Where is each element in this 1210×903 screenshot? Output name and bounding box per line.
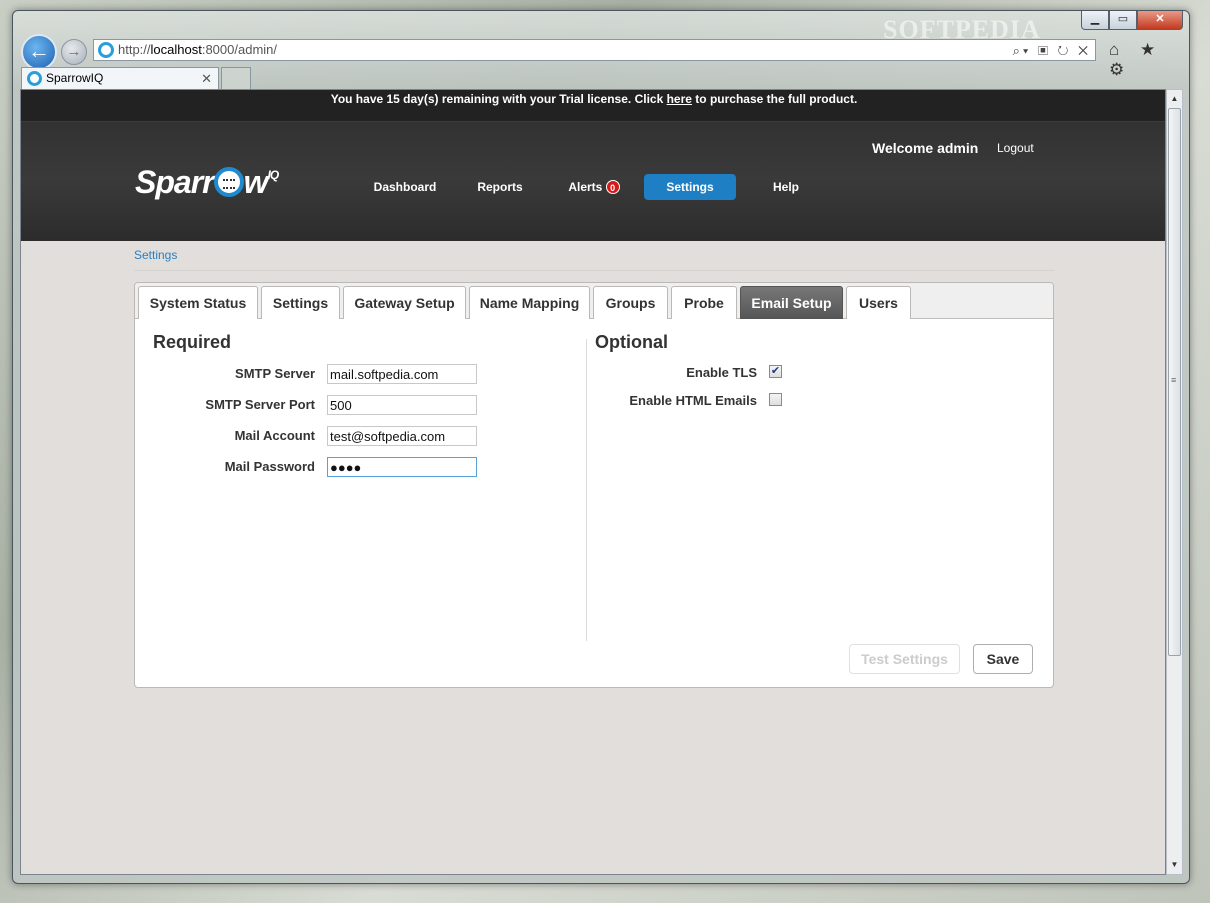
- maximize-button[interactable]: ▭: [1109, 11, 1137, 30]
- enable-html-emails-checkbox[interactable]: [769, 393, 782, 406]
- minimize-button[interactable]: ▁: [1081, 11, 1109, 30]
- url-prefix: http://: [118, 42, 151, 57]
- scroll-up-icon[interactable]: ▲: [1167, 91, 1182, 107]
- sparrowiq-logo[interactable]: Sparr wIQ: [135, 164, 279, 201]
- tab-settings[interactable]: Settings: [261, 286, 340, 319]
- back-arrow-icon: ←: [28, 38, 50, 63]
- smtp-port-label: SMTP Server Port: [205, 397, 315, 412]
- settings-panel: System Status Settings Gateway Setup Nam…: [134, 282, 1054, 688]
- browser-tab[interactable]: SparrowIQ ✕: [21, 67, 219, 89]
- mail-account-label: Mail Account: [234, 428, 315, 443]
- forward-button[interactable]: →: [61, 39, 87, 65]
- tab-probe[interactable]: Probe: [671, 286, 737, 319]
- url-rest: :8000/admin/: [201, 42, 278, 57]
- scroll-down-icon[interactable]: ▼: [1167, 857, 1182, 873]
- logo-sup: IQ: [267, 168, 279, 182]
- logout-link[interactable]: Logout: [997, 141, 1034, 155]
- nav-help[interactable]: Help: [761, 174, 811, 200]
- logo-ring-icon: [213, 167, 244, 197]
- home-favorites-tools-icons[interactable]: ⌂ ★ ⚙: [1109, 40, 1181, 80]
- window-controls: ▁ ▭ ✕: [1081, 11, 1183, 30]
- new-tab-button[interactable]: [221, 67, 251, 89]
- page-viewport: You have 15 day(s) remaining with your T…: [20, 89, 1166, 875]
- nav-alerts-label: Alerts: [568, 180, 603, 194]
- required-section-title: Required: [153, 332, 232, 352]
- smtp-server-input[interactable]: [327, 364, 477, 384]
- address-tools-icons[interactable]: ⌕▾ ▣ ↻ ✕: [1013, 41, 1091, 61]
- breadcrumb[interactable]: Settings: [134, 248, 177, 262]
- save-button[interactable]: Save: [973, 644, 1033, 674]
- section-divider: [586, 339, 587, 641]
- back-button[interactable]: ←: [21, 34, 57, 70]
- tab-groups[interactable]: Groups: [593, 286, 668, 319]
- breadcrumb-divider: [134, 270, 1054, 271]
- smtp-server-label: SMTP Server: [235, 366, 315, 381]
- nav-alerts[interactable]: Alerts 0: [561, 174, 627, 200]
- tab-gateway-setup[interactable]: Gateway Setup: [343, 286, 466, 319]
- browser-window: SOFTPEDIA ▁ ▭ ✕ ← → http://localhost:800…: [12, 10, 1190, 884]
- tab-close-icon[interactable]: ✕: [201, 68, 212, 89]
- enable-tls-label: Enable TLS: [686, 365, 757, 380]
- trial-banner: You have 15 day(s) remaining with your T…: [21, 90, 1165, 122]
- tab-email-setup[interactable]: Email Setup: [740, 286, 843, 319]
- nav-reports[interactable]: Reports: [465, 174, 535, 200]
- test-settings-button[interactable]: Test Settings: [849, 644, 960, 674]
- alerts-count-badge: 0: [605, 180, 620, 194]
- welcome-text: Welcome admin: [872, 140, 979, 156]
- optional-section-title: Optional: [595, 332, 668, 352]
- url-host: localhost: [150, 42, 202, 57]
- address-bar[interactable]: http://localhost:8000/admin/ ⌕▾ ▣ ↻ ✕: [93, 39, 1096, 61]
- mail-password-label: Mail Password: [224, 459, 315, 474]
- enable-html-emails-label: Enable HTML Emails: [629, 393, 757, 408]
- mail-account-input[interactable]: [327, 426, 477, 446]
- settings-tab-bar: System Status Settings Gateway Setup Nam…: [135, 283, 1053, 319]
- tab-name-mapping[interactable]: Name Mapping: [469, 286, 590, 319]
- tab-system-status[interactable]: System Status: [138, 286, 258, 319]
- trial-text-after: to purchase the full product.: [691, 92, 858, 106]
- logo-text-pre: Sparr: [135, 164, 215, 200]
- vertical-scrollbar[interactable]: ▲ ≡ ▼: [1166, 89, 1183, 875]
- smtp-port-input[interactable]: [327, 395, 477, 415]
- mail-password-input[interactable]: [327, 457, 477, 477]
- site-header: You have 15 day(s) remaining with your T…: [21, 90, 1165, 241]
- browser-nav-row: ← → http://localhost:8000/admin/ ⌕▾ ▣ ↻ …: [21, 34, 1181, 79]
- forward-arrow-icon: →: [66, 43, 82, 60]
- site-favicon-icon: [98, 42, 114, 58]
- nav-settings[interactable]: Settings: [644, 174, 736, 200]
- tab-title: SparrowIQ: [46, 71, 104, 85]
- close-window-button[interactable]: ✕: [1137, 11, 1183, 30]
- logo-text-post: w: [243, 164, 269, 200]
- tab-users[interactable]: Users: [846, 286, 911, 319]
- nav-dashboard[interactable]: Dashboard: [365, 174, 445, 200]
- tab-favicon-icon: [27, 71, 42, 86]
- trial-text-before: You have 15 day(s) remaining with your T…: [330, 92, 667, 106]
- trial-purchase-link[interactable]: here: [667, 92, 692, 106]
- scroll-grip-icon: ≡: [1171, 375, 1177, 385]
- enable-tls-checkbox[interactable]: ✔: [769, 365, 782, 378]
